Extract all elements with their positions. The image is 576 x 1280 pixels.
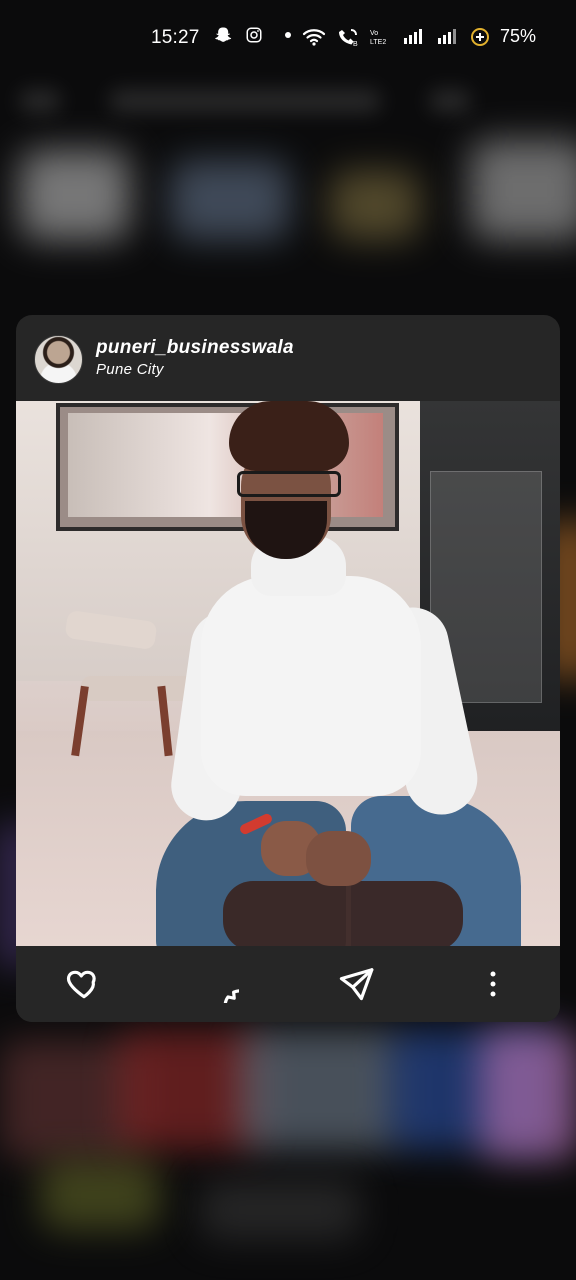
more-vertical-icon [488, 969, 498, 999]
volte-icon: Vo LTE2 [370, 28, 392, 46]
like-button[interactable] [65, 965, 103, 1003]
post-preview-card: puneri_businesswala Pune City [16, 315, 560, 1022]
status-bar: 15:27 B Vo LTE2 75% [0, 18, 576, 58]
svg-text:B: B [353, 41, 358, 46]
blurred-topbar [0, 70, 576, 140]
location[interactable]: Pune City [96, 361, 164, 378]
heart-icon [65, 965, 103, 1003]
battery-saver-icon [470, 27, 490, 47]
svg-text:LTE2: LTE2 [370, 39, 386, 46]
username[interactable]: puneri_businesswala [96, 337, 294, 359]
more-options-button[interactable] [481, 965, 505, 1003]
status-right-icons: B Vo LTE2 75% [302, 26, 536, 47]
post-photo[interactable] [16, 401, 560, 946]
avatar[interactable] [34, 335, 83, 384]
wifi-icon [302, 28, 326, 46]
comment-button[interactable] [201, 965, 239, 1003]
snapchat-icon [215, 26, 233, 44]
signal-icon [436, 28, 460, 46]
svg-text:Vo: Vo [370, 30, 378, 37]
share-button[interactable] [337, 965, 375, 1003]
status-left-icons [215, 26, 293, 44]
instagram-icon [245, 26, 263, 44]
dot-icon [283, 30, 293, 40]
send-icon [337, 965, 375, 1003]
comment-icon [201, 965, 239, 1003]
post-header: puneri_businesswala Pune City [16, 315, 560, 401]
signal-icon [402, 28, 426, 46]
person-photo-subject [141, 401, 521, 946]
status-time: 15:27 [151, 27, 200, 48]
wifi-calling-icon: B [336, 28, 360, 46]
post-actions [16, 946, 560, 1022]
battery-percent: 75% [499, 26, 536, 46]
